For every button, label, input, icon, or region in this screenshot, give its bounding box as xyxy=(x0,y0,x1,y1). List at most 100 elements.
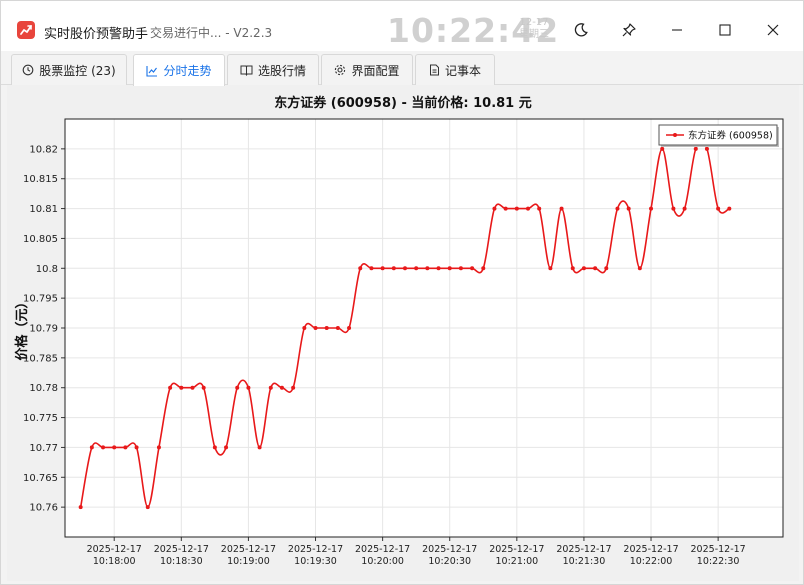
tab-ui-config[interactable]: 界面配置 xyxy=(321,54,413,85)
data-point xyxy=(615,206,620,211)
data-point xyxy=(380,266,385,271)
tab-stock-monitor[interactable]: 股票监控 (23) xyxy=(11,54,127,85)
x-tick-label-time: 10:19:30 xyxy=(294,556,337,567)
data-point xyxy=(145,505,150,510)
maximize-icon xyxy=(719,24,731,36)
data-point xyxy=(593,266,598,271)
data-point xyxy=(123,445,128,450)
data-point xyxy=(704,146,709,151)
clock-date-day: 12-17 xyxy=(519,17,549,28)
gear-icon xyxy=(335,64,346,76)
clock-date: 12-17 星期三 xyxy=(518,17,550,41)
legend-label: 东方证券 (600958) xyxy=(688,130,773,142)
book-icon xyxy=(240,65,253,76)
maximize-button[interactable] xyxy=(707,15,743,45)
tab-label: 股票监控 (23) xyxy=(39,63,116,78)
y-tick-label: 10.8 xyxy=(36,264,58,275)
line-chart-icon xyxy=(146,65,158,77)
data-point xyxy=(78,505,83,510)
x-tick-label-time: 10:20:30 xyxy=(428,556,471,567)
tab-notepad[interactable]: 记事本 xyxy=(415,54,495,85)
data-point xyxy=(570,266,575,271)
data-point xyxy=(581,266,586,271)
y-tick-label: 10.775 xyxy=(23,413,58,424)
moon-icon xyxy=(574,23,588,37)
data-point xyxy=(425,266,430,271)
data-point xyxy=(201,385,206,390)
x-tick-label-date: 2025-12-17 xyxy=(288,544,343,555)
x-tick-label-time: 10:22:00 xyxy=(630,556,673,567)
y-tick-label: 10.78 xyxy=(29,383,58,394)
data-point xyxy=(302,326,307,330)
x-tick-label-date: 2025-12-17 xyxy=(556,544,611,555)
intraday-price-chart[interactable]: 10.7610.76510.7710.77510.7810.78510.7910… xyxy=(7,85,799,581)
tab-label: 界面配置 xyxy=(351,63,400,78)
x-tick-label-time: 10:21:30 xyxy=(563,556,606,567)
title-bar[interactable]: 实时股价预警助手 交易进行中... - V2.2.3 10:22:42 12-1… xyxy=(1,1,803,51)
x-tick-label-time: 10:21:00 xyxy=(495,556,538,567)
data-point xyxy=(313,326,318,330)
tab-stock-picking[interactable]: 选股行情 xyxy=(227,54,319,85)
minimize-button[interactable] xyxy=(659,15,695,45)
close-button[interactable] xyxy=(755,15,791,45)
data-point xyxy=(436,266,441,271)
data-point xyxy=(492,206,497,211)
data-point xyxy=(347,326,352,330)
y-tick-label: 10.765 xyxy=(23,473,58,484)
tab-label: 分时走势 xyxy=(163,64,212,78)
data-point xyxy=(268,385,273,390)
app-title: 实时股价预警助手 xyxy=(44,27,149,42)
x-tick-label-time: 10:20:00 xyxy=(361,556,404,567)
y-tick-label: 10.76 xyxy=(29,503,58,514)
x-tick-label-date: 2025-12-17 xyxy=(355,544,410,555)
data-point xyxy=(458,266,463,271)
clock-icon xyxy=(22,64,34,76)
x-tick-label-date: 2025-12-17 xyxy=(489,544,544,555)
data-point xyxy=(257,445,262,450)
x-tick-label-time: 10:22:30 xyxy=(697,556,740,567)
data-point xyxy=(190,385,195,390)
note-icon xyxy=(429,64,439,76)
data-point xyxy=(212,445,217,450)
app-window: 实时股价预警助手 交易进行中... - V2.2.3 10:22:42 12-1… xyxy=(0,0,804,585)
y-tick-label: 10.82 xyxy=(29,144,58,155)
data-point xyxy=(716,206,721,211)
data-point xyxy=(514,206,519,211)
y-axis-label: 价格（元） xyxy=(14,295,30,360)
y-tick-label: 10.815 xyxy=(23,174,58,185)
chart-trend-icon xyxy=(17,21,35,39)
tab-intraday-trend[interactable]: 分时走势 xyxy=(133,54,225,86)
data-point xyxy=(693,146,698,151)
data-point xyxy=(548,266,553,271)
data-point xyxy=(470,266,475,271)
data-point xyxy=(660,146,665,151)
data-point xyxy=(637,266,642,271)
pin-button[interactable] xyxy=(611,15,647,45)
data-point xyxy=(89,445,94,450)
data-point xyxy=(604,266,609,271)
y-tick-label: 10.79 xyxy=(29,324,58,335)
data-point xyxy=(156,445,161,450)
data-point xyxy=(101,445,106,450)
data-point xyxy=(447,266,452,271)
y-tick-label: 10.805 xyxy=(23,234,58,245)
data-point xyxy=(324,326,329,330)
x-tick-label-date: 2025-12-17 xyxy=(422,544,477,555)
data-point xyxy=(682,206,687,211)
data-point xyxy=(134,445,139,450)
data-point xyxy=(369,266,374,271)
data-point xyxy=(671,206,676,211)
app-status: 交易进行中... - V2.2.3 xyxy=(150,26,273,40)
data-point xyxy=(727,206,732,211)
data-point xyxy=(626,206,631,211)
data-point xyxy=(179,385,184,390)
minimize-icon xyxy=(672,29,682,31)
data-point xyxy=(279,385,284,390)
pin-icon xyxy=(622,23,636,37)
x-tick-label-date: 2025-12-17 xyxy=(87,544,142,555)
x-tick-label-time: 10:18:00 xyxy=(93,556,136,567)
theme-toggle-button[interactable] xyxy=(563,15,599,45)
y-tick-label: 10.81 xyxy=(29,204,58,215)
data-point xyxy=(391,266,396,271)
tab-label: 记事本 xyxy=(444,63,481,78)
